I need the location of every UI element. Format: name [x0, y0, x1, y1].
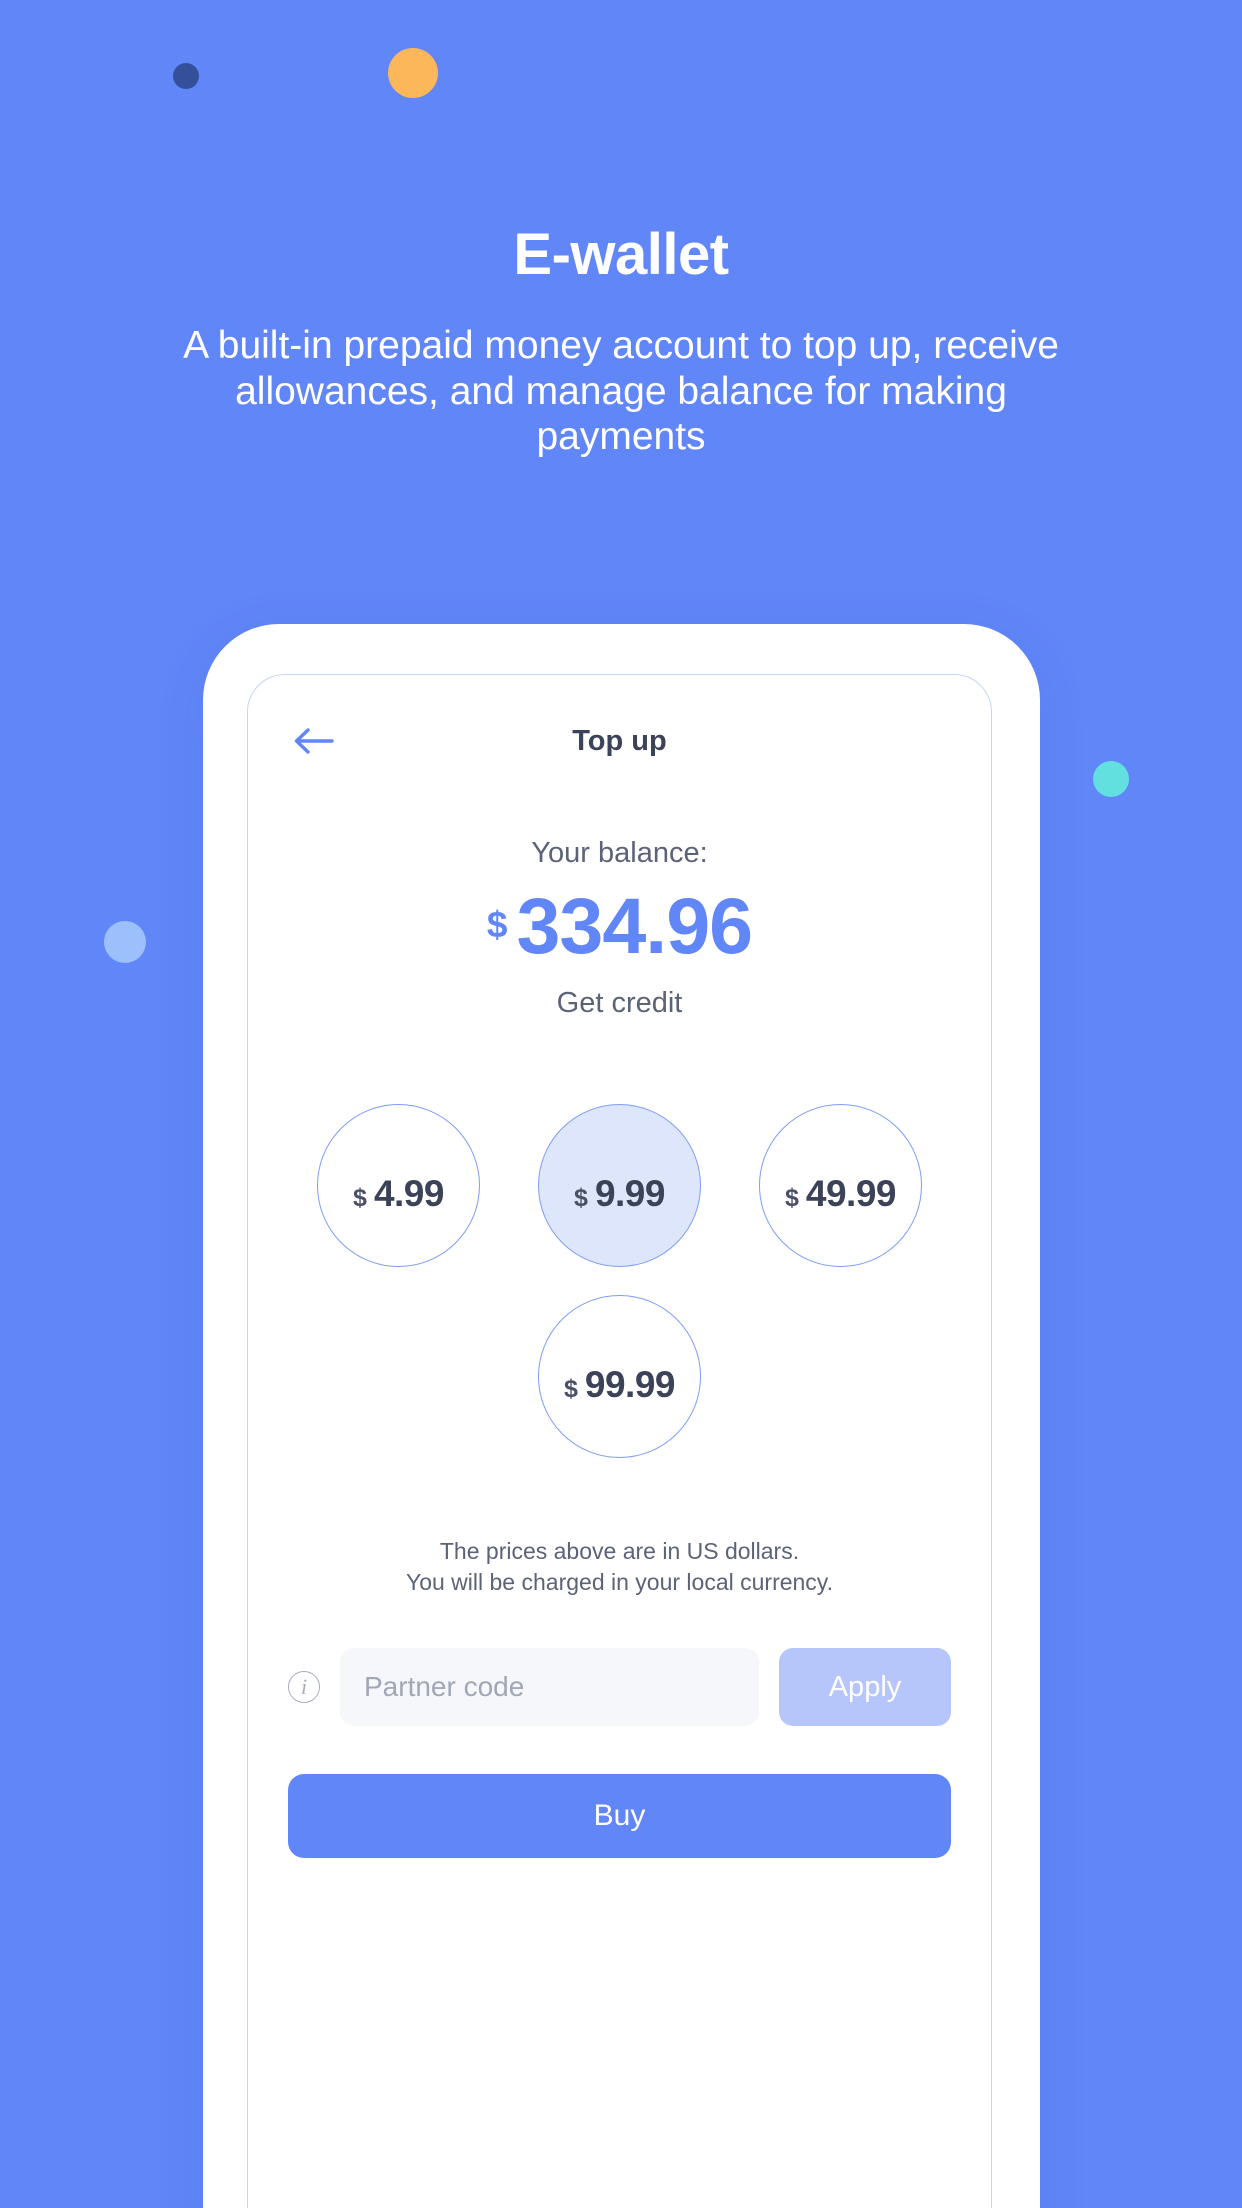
price-option[interactable]: $ 49.99	[759, 1104, 922, 1267]
partner-code-row: i Apply	[248, 1648, 991, 1727]
info-circle-icon[interactable]: i	[288, 1671, 320, 1704]
page-subtitle: A built-in prepaid money account to top …	[183, 324, 1059, 459]
price-currency-symbol: $	[574, 1184, 588, 1212]
partner-code-input[interactable]	[340, 1648, 759, 1727]
balance-currency-symbol: $	[486, 904, 508, 945]
buy-button-wrap: Buy	[248, 1774, 991, 1859]
price-value: 49.99	[805, 1173, 897, 1214]
screen-root: E-wallet A built-in prepaid money accoun…	[0, 0, 1242, 2208]
price-options-grid: $ 4.99 $ 9.99 $ 49.99 $ 99.99	[248, 1104, 991, 1458]
apply-button[interactable]: Apply	[779, 1648, 951, 1727]
app-bar: Top up	[248, 675, 991, 795]
balance-value: 334.96	[516, 881, 753, 970]
decor-dot-light-blue	[104, 921, 146, 963]
balance-amount: $ 334.96	[248, 886, 991, 965]
price-value: 4.99	[373, 1173, 445, 1214]
price-currency-symbol: $	[564, 1375, 578, 1403]
disclaimer-line-1: The prices above are in US dollars.	[439, 1538, 800, 1564]
price-option[interactable]: $ 4.99	[317, 1104, 480, 1267]
price-disclaimer: The prices above are in US dollars. You …	[248, 1536, 991, 1598]
get-credit-link[interactable]: Get credit	[248, 987, 991, 1020]
hero-section: E-wallet A built-in prepaid money accoun…	[0, 0, 1242, 460]
phone-screen: Top up Your balance: $ 334.96 Get credit…	[247, 674, 992, 2208]
balance-section: Your balance: $ 334.96 Get credit	[248, 839, 991, 1020]
price-option[interactable]: $ 9.99	[538, 1104, 701, 1267]
price-currency-symbol: $	[785, 1184, 799, 1212]
price-currency-symbol: $	[353, 1184, 367, 1212]
buy-button[interactable]: Buy	[288, 1774, 951, 1859]
disclaimer-line-2: You will be charged in your local curren…	[405, 1569, 833, 1596]
decor-dot-teal	[1093, 761, 1129, 797]
app-bar-title: Top up	[572, 725, 667, 757]
price-value: 99.99	[584, 1364, 676, 1405]
price-value: 9.99	[594, 1173, 666, 1214]
balance-label: Your balance:	[531, 837, 708, 869]
price-option[interactable]: $ 99.99	[538, 1295, 701, 1458]
page-title: E-wallet	[513, 222, 729, 287]
